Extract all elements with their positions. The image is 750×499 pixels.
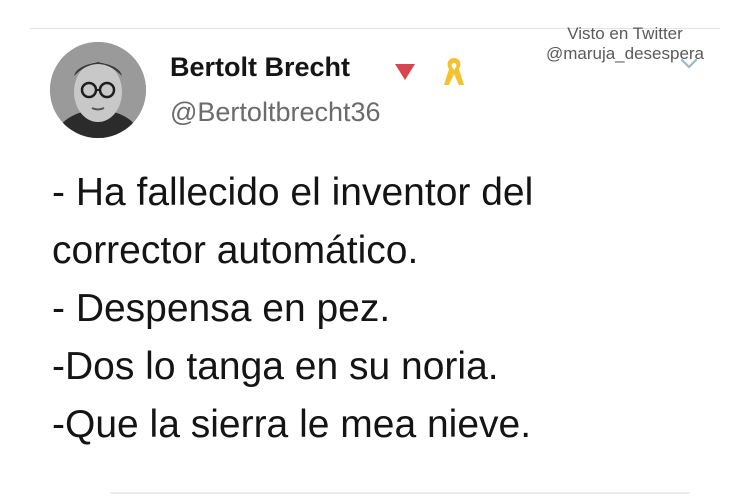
watermark: Visto en Twitter @maruja_desespera bbox=[520, 24, 730, 64]
author-handle[interactable]: @Bertoltbrecht36 bbox=[170, 97, 381, 128]
yellow-ribbon-icon bbox=[444, 58, 464, 85]
tweet-line: -Que la sierra le mea nieve. bbox=[52, 403, 532, 446]
tweet-line: -Dos lo tanga en su noria. bbox=[52, 345, 499, 388]
watermark-line-1: Visto en Twitter bbox=[567, 24, 683, 43]
red-triangle-icon bbox=[395, 64, 415, 80]
tweet-line: - Ha fallecido el inventor del bbox=[52, 171, 534, 214]
author-name[interactable]: Bertolt Brecht bbox=[170, 52, 350, 83]
tweet-line: - Despensa en pez. bbox=[52, 287, 391, 330]
tweet-line: corrector automático. bbox=[52, 229, 419, 272]
avatar-photo bbox=[50, 42, 146, 138]
tweet-body: - Ha fallecido el inventor del corrector… bbox=[52, 164, 712, 454]
watermark-line-2: @maruja_desespera bbox=[545, 44, 705, 63]
chevron-down-icon[interactable] bbox=[680, 58, 698, 70]
avatar[interactable] bbox=[50, 42, 146, 138]
bottom-divider bbox=[110, 492, 690, 494]
